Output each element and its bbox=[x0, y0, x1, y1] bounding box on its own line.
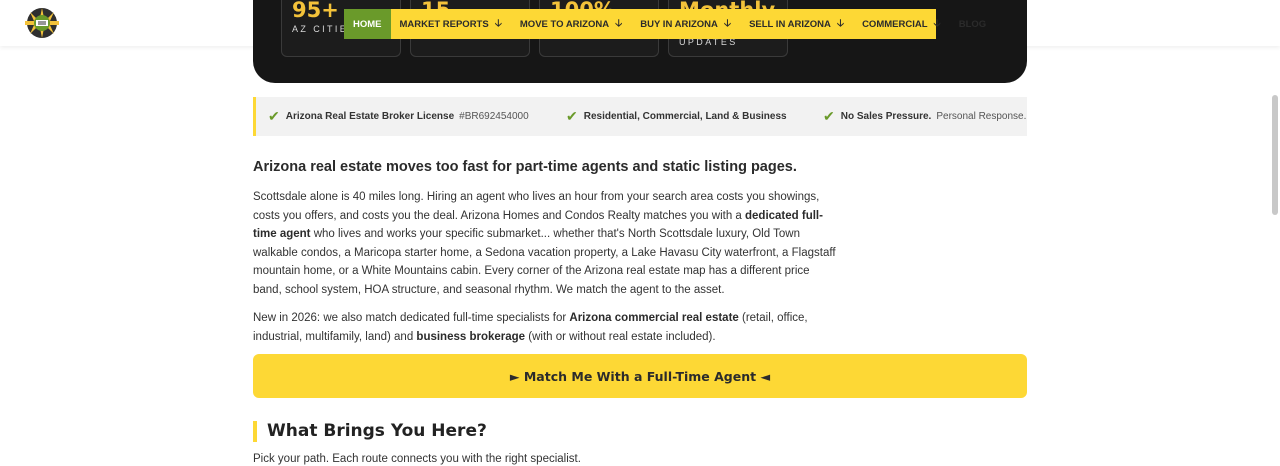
arizona-homes-logo-icon[interactable] bbox=[22, 6, 62, 40]
arrow-down-icon: 🡣 bbox=[836, 17, 845, 29]
page-heading: Arizona real estate moves too fast for p… bbox=[253, 159, 797, 175]
nav-item-label: BUY IN ARIZONA bbox=[640, 18, 718, 30]
section-subtitle: Pick your path. Each route connects you … bbox=[253, 453, 581, 465]
no-pressure-label: No Sales Pressure. bbox=[840, 111, 932, 122]
nav-item-blog[interactable]: BLOG bbox=[950, 9, 995, 39]
text: (with or without real estate included). bbox=[525, 330, 716, 343]
commercial-text: Arizona commercial real estate bbox=[569, 312, 739, 324]
business-brokerage-text: business brokerage bbox=[416, 330, 526, 343]
nav-item-label: COMMERCIAL bbox=[862, 18, 928, 30]
scrollbar-thumb[interactable] bbox=[1272, 95, 1278, 215]
nav-item-move-to-arizona[interactable]: MOVE TO ARIZONA 🡣 bbox=[511, 9, 631, 39]
stat-value: 95+ bbox=[292, 0, 339, 22]
nav-item-buy-in-arizona[interactable]: BUY IN ARIZONA 🡣 bbox=[631, 9, 740, 39]
nav-item-label: HOME bbox=[353, 18, 382, 30]
intro-paragraph: Scottsdale alone is 40 miles long. Hirin… bbox=[253, 188, 839, 300]
arrow-down-icon: 🡣 bbox=[615, 17, 623, 29]
nav-item-label: MARKET REPORTS bbox=[399, 18, 489, 30]
nav-item-market-reports[interactable]: MARKET REPORTS 🡣 bbox=[391, 9, 511, 39]
text: New in 2026: we also match dedicated ful… bbox=[253, 312, 570, 324]
checkmark-icon: ✔ bbox=[823, 108, 835, 124]
license-label: Arizona Real Estate Broker License bbox=[285, 111, 455, 122]
trust-bar: ✔ Arizona Real Estate Broker License #BR… bbox=[253, 97, 1027, 136]
checkmark-icon: ✔ bbox=[566, 108, 578, 124]
arrow-down-icon: 🡣 bbox=[723, 17, 732, 29]
license-number: #BR692454000 bbox=[459, 111, 529, 122]
arrow-down-icon: 🡣 bbox=[933, 17, 941, 29]
match-agent-button[interactable]: ► Match Me With a Full-Time Agent ◄ bbox=[253, 354, 1027, 398]
main-nav: HOME MARKET REPORTS 🡣 MOVE TO ARIZONA 🡣 … bbox=[344, 9, 986, 39]
trust-item-license: ✔ Arizona Real Estate Broker License #BR… bbox=[268, 97, 529, 136]
section-title: What Brings You Here? bbox=[253, 421, 487, 442]
personal-response-label: Personal Response. bbox=[936, 111, 1027, 122]
commercial-paragraph: New in 2026: we also match dedicated ful… bbox=[253, 309, 839, 346]
nav-item-label: MOVE TO ARIZONA bbox=[519, 18, 610, 30]
text: who lives and works your specific submar… bbox=[253, 228, 836, 296]
nav-item-commercial[interactable]: COMMERCIAL 🡣 bbox=[853, 9, 950, 39]
nav-item-sell-in-arizona[interactable]: SELL IN ARIZONA 🡣 bbox=[740, 9, 853, 39]
property-types: Residential, Commercial, Land & Business bbox=[583, 111, 787, 122]
checkmark-icon: ✔ bbox=[268, 108, 280, 124]
nav-item-home[interactable]: HOME bbox=[344, 9, 391, 39]
text: Scottsdale alone is 40 miles long. Hirin… bbox=[253, 191, 820, 222]
nav-item-label: BLOG bbox=[958, 18, 987, 30]
trust-item-types: ✔ Residential, Commercial, Land & Busine… bbox=[566, 97, 787, 136]
arrow-down-icon: 🡣 bbox=[494, 17, 502, 29]
nav-item-label: SELL IN ARIZONA bbox=[749, 18, 831, 30]
trust-item-pressure: ✔ No Sales Pressure. Personal Response. bbox=[823, 97, 1026, 136]
